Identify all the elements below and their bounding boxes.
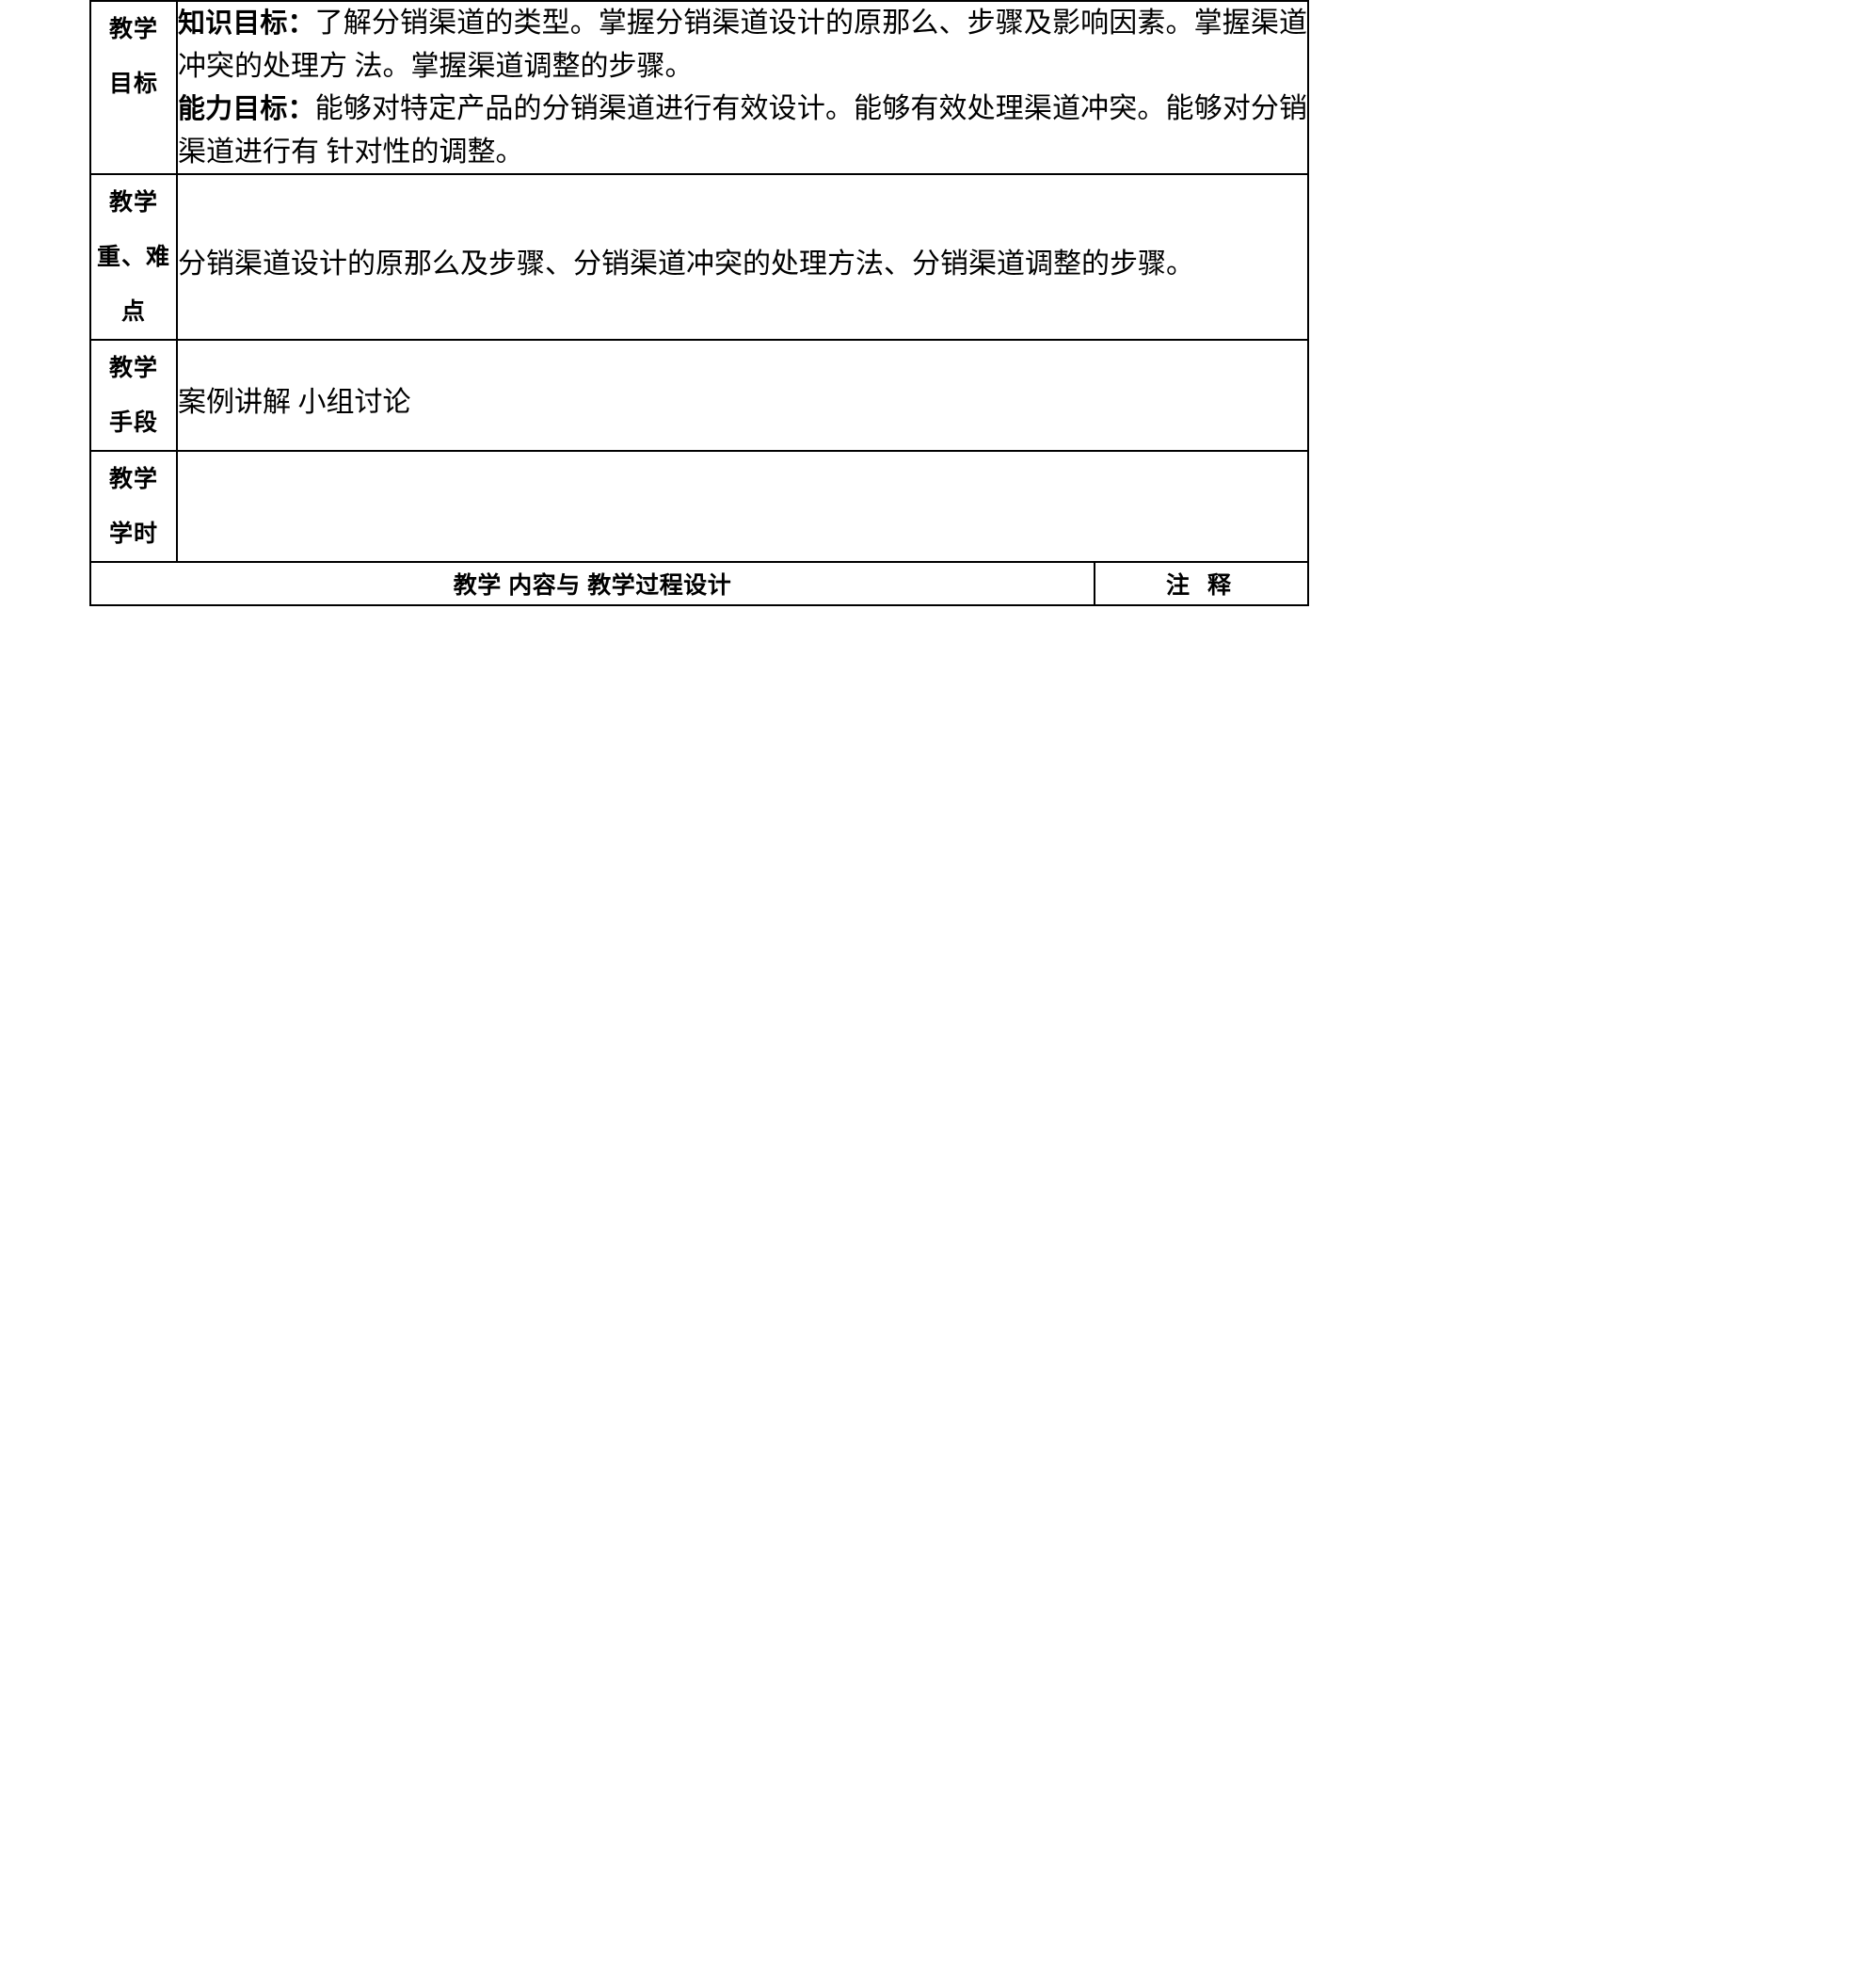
heading-notes: 注 释 xyxy=(1094,561,1309,606)
table-row-section-headings: 教学 内容与 教学过程设计 注 释 xyxy=(89,561,1309,606)
label-line: 教学 xyxy=(108,16,158,42)
objective-knowledge-text: 了解分销渠道的类型。掌握分销渠道设计的原那么、步骤及影响因素。掌握渠道冲突的处理… xyxy=(178,8,1307,82)
row-content-teaching-methods: 案例讲解 小组讨论 xyxy=(176,339,1309,453)
table-row-teaching-hours: 教学 学时 xyxy=(89,450,1309,564)
row-label-teaching-methods: 教学 手段 xyxy=(89,339,178,453)
key-points-text: 分销渠道设计的原那么及步骤、分销渠道冲突的处理方法、分销渠道调整的步骤。 xyxy=(178,248,1194,280)
objective-ability: 能力目标：能够对特定产品的分销渠道进行有效设计。能够有效处理渠道冲突。能够对分销… xyxy=(178,88,1307,173)
lesson-plan-table: 教学 目标 知识目标：了解分销渠道的类型。掌握分销渠道设计的原那么、步骤及影响因… xyxy=(89,0,1309,564)
objective-knowledge: 知识目标：了解分销渠道的类型。掌握分销渠道设计的原那么、步骤及影响因素。掌握渠道… xyxy=(178,2,1307,88)
row-label-key-difficult-points: 教学 重、难 点 xyxy=(89,173,178,342)
row-content-teaching-objectives: 知识目标：了解分销渠道的类型。掌握分销渠道设计的原那么、步骤及影响因素。掌握渠道… xyxy=(176,0,1309,176)
row-content-key-difficult-points: 分销渠道设计的原那么及步骤、分销渠道冲突的处理方法、分销渠道调整的步骤。 xyxy=(176,173,1309,342)
label-line: 学时 xyxy=(108,521,158,548)
table-row-teaching-methods: 教学 手段 案例讲解 小组讨论 xyxy=(89,339,1309,453)
lesson-plan-footer-header: 教学 内容与 教学过程设计 注 释 xyxy=(89,561,1309,606)
label-line: 点 xyxy=(120,298,146,326)
label-line: 教学 xyxy=(108,189,158,216)
row-label-teaching-objectives: 教学 目标 xyxy=(89,0,178,176)
document-page: 教学 目标 知识目标：了解分销渠道的类型。掌握分销渠道设计的原那么、步骤及影响因… xyxy=(0,0,1854,1988)
label-line: 手段 xyxy=(108,409,158,437)
objective-knowledge-lead: 知识目标： xyxy=(178,8,315,39)
table-row-key-difficult-points: 教学 重、难 点 分销渠道设计的原那么及步骤、分销渠道冲突的处理方法、分销渠道调… xyxy=(89,173,1309,342)
label-line: 教学 xyxy=(108,355,158,382)
label-line: 重、难 xyxy=(96,244,170,271)
table-row-teaching-objectives: 教学 目标 知识目标：了解分销渠道的类型。掌握分销渠道设计的原那么、步骤及影响因… xyxy=(89,0,1309,176)
objective-ability-lead: 能力目标： xyxy=(178,94,315,125)
row-label-teaching-hours: 教学 学时 xyxy=(89,450,178,564)
row-content-teaching-hours xyxy=(176,450,1309,564)
heading-teaching-content-and-process: 教学 内容与 教学过程设计 xyxy=(89,561,1095,606)
label-line: 教学 xyxy=(108,466,158,493)
teaching-methods-text: 案例讲解 小组讨论 xyxy=(178,386,411,418)
objective-ability-text: 能够对特定产品的分销渠道进行有效设计。能够有效处理渠道冲突。能够对分销渠道进行有… xyxy=(178,93,1307,168)
label-line: 目标 xyxy=(108,71,158,97)
